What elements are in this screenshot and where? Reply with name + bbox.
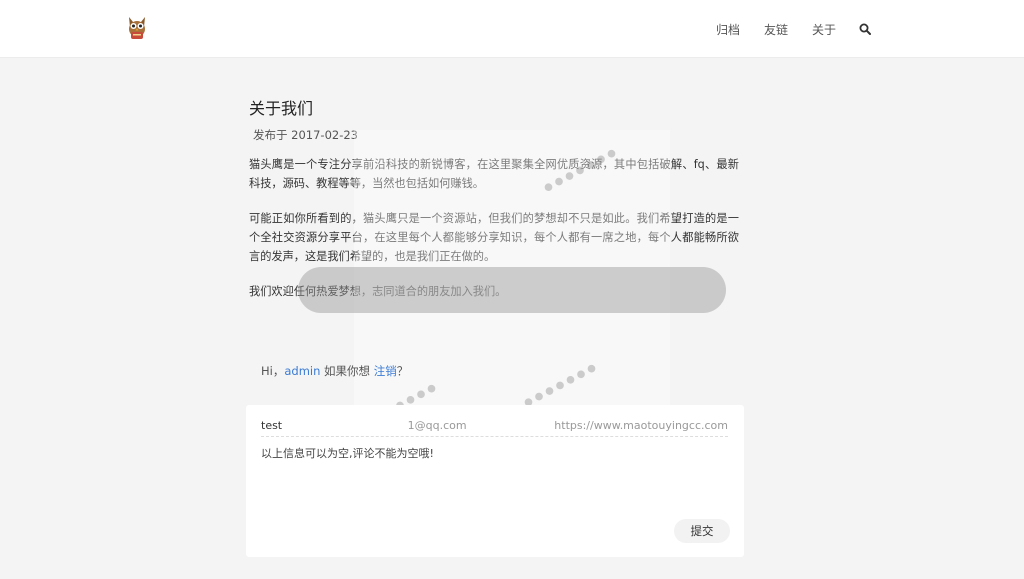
name-field[interactable]: test	[261, 419, 408, 432]
submit-button[interactable]: 提交	[674, 519, 730, 543]
greeting-suffix: ？	[396, 364, 409, 378]
owl-logo-icon[interactable]	[126, 15, 148, 41]
post-paragraph: 我们欢迎任何热爱梦想，志同道合的朋友加入我们。	[249, 285, 507, 298]
site-header: 归档 友链 关于	[0, 0, 1024, 58]
comment-info-row: test 1@qq.com https://www.maotouyingcc.c…	[261, 415, 728, 437]
search-icon[interactable]	[858, 22, 872, 36]
logout-link[interactable]: 注销	[374, 364, 397, 378]
nav-archive[interactable]: 归档	[716, 21, 740, 38]
nav-friend-links[interactable]: 友链	[764, 21, 788, 38]
nav-about[interactable]: 关于	[812, 21, 836, 38]
greeting-prefix: Hi，	[261, 364, 285, 378]
comment-username[interactable]: admin	[284, 364, 320, 378]
comment-textarea[interactable]: 以上信息可以为空,评论不能为空哦!	[261, 445, 434, 461]
post-article: 关于我们 发布于 2017-02-23 猫头鹰是一个专注分享前沿科技的新锐博客，…	[249, 98, 739, 317]
post-paragraph: 猫头鹰是一个专注分享前沿科技的新锐博客，在这里聚集全网优质资源，其中包括破解、f…	[249, 158, 739, 190]
comment-greeting: Hi，admin 如果你想 注销？	[261, 363, 408, 379]
post-paragraph: 可能正如你所看到的，猫头鹰只是一个资源站，但我们的梦想却不只是如此。我们希望打造…	[249, 212, 739, 263]
comment-form: test 1@qq.com https://www.maotouyingcc.c…	[246, 405, 744, 557]
post-title: 关于我们	[249, 99, 314, 118]
post-date: 发布于 2017-02-23	[253, 128, 358, 142]
post-body: 猫头鹰是一个专注分享前沿科技的新锐博客，在这里聚集全网优质资源，其中包括破解、f…	[249, 155, 739, 301]
watermark-mark: ● ● ● ● ● ● ●	[522, 361, 599, 410]
website-field[interactable]: https://www.maotouyingcc.com	[554, 419, 728, 432]
greeting-middle: 如果你想	[320, 364, 374, 378]
main-nav: 归档 友链 关于	[716, 0, 872, 58]
email-field[interactable]: 1@qq.com	[408, 419, 555, 432]
